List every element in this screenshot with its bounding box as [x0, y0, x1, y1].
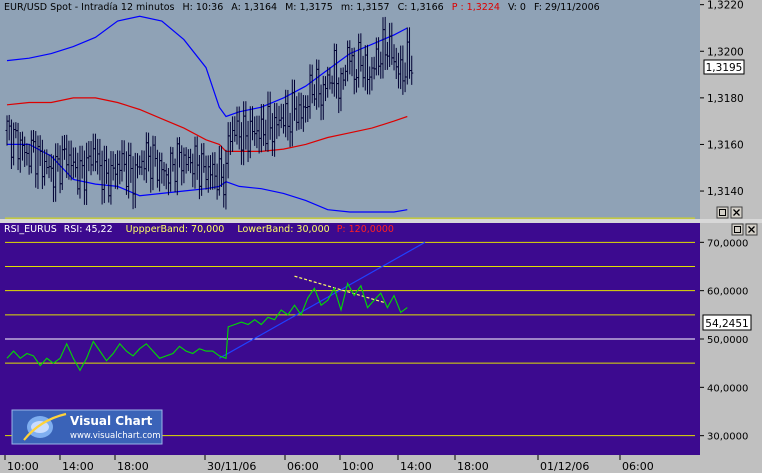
price-y-tick-label: 1,3180 [707, 93, 744, 105]
rsi-y-tick-label: 50,0000 [707, 335, 748, 346]
price-header-p: P : 1,3224 [452, 2, 500, 13]
time-tick-label: 06:00 [622, 460, 654, 473]
price-y-tick-label: 1,3160 [707, 139, 744, 151]
rsi-last-value-box: 54,2451 [702, 314, 752, 331]
price-header-f: F: 29/11/2006 [534, 2, 600, 13]
rsi-upper-band-label: UppperBand: 70,000 [126, 224, 225, 235]
rsi-y-tick-label: 70,0000 [707, 238, 748, 249]
price-last-value-box: 1,3195 [703, 59, 745, 75]
logo-url: www.visualchart.com [70, 431, 161, 441]
time-tick-label: 06:00 [287, 460, 319, 473]
rsi-lower-band-label: LowerBand: 30,000 [237, 224, 329, 235]
rsi-p-label: P: 120,0000 [337, 224, 394, 235]
price-maximize-button[interactable] [716, 206, 729, 219]
time-tick-label: 18:00 [457, 460, 489, 473]
time-tick-label: 14:00 [400, 460, 432, 473]
time-tick-label: 14:00 [62, 460, 94, 473]
rsi-value-label: RSI: 45,22 [64, 224, 113, 235]
time-tick-label: 30/11/06 [207, 460, 256, 473]
rsi-close-button[interactable] [745, 223, 758, 236]
rsi-y-tick-label: 40,0000 [707, 383, 748, 394]
time-tick-label: 18:00 [117, 460, 149, 473]
price-last-value: 1,3195 [706, 62, 743, 74]
rsi-y-tick-label: 60,0000 [707, 287, 748, 298]
price-header-c: C: 1,3166 [398, 2, 444, 13]
time-tick-label: 10:00 [7, 460, 39, 473]
rsi-maximize-button[interactable] [731, 223, 744, 236]
rsi-last-value: 54,2451 [705, 318, 748, 330]
price-header-m: M: 1,3175 [285, 2, 333, 13]
panel-separator[interactable] [0, 219, 762, 223]
logo-title: Visual Chart [70, 414, 153, 428]
price-symbol-label: EUR/USD Spot - Intradía 12 minutos [4, 2, 175, 13]
price-y-tick-label: 1,3200 [707, 46, 744, 58]
chart-window: 1,3140 1,3160 1,3180 1,3200 1,3220 30,0000 40… [0, 0, 762, 473]
rsi-y-tick-label: 30,0000 [707, 432, 748, 443]
price-y-tick-label: 1,3220 [707, 0, 744, 12]
rsi-name-label: RSI_EURUS [4, 224, 57, 235]
price-y-tick-label: 1,3140 [707, 186, 744, 198]
price-header-a: A: 1,3164 [231, 2, 277, 13]
visual-chart-logo[interactable]: Visual Chart www.visualchart.com [11, 409, 163, 445]
price-plot-area[interactable] [0, 0, 700, 219]
time-tick-label: 10:00 [342, 460, 374, 473]
time-tick-label: 01/12/06 [540, 460, 589, 473]
price-close-button[interactable] [730, 206, 743, 219]
price-header-min: m: 1,3157 [341, 2, 390, 13]
price-header: EUR/USD Spot - Intradía 12 minutos H: 10… [4, 2, 600, 13]
price-header-h: H: 10:36 [183, 2, 224, 13]
price-header-v: V: 0 [508, 2, 526, 13]
